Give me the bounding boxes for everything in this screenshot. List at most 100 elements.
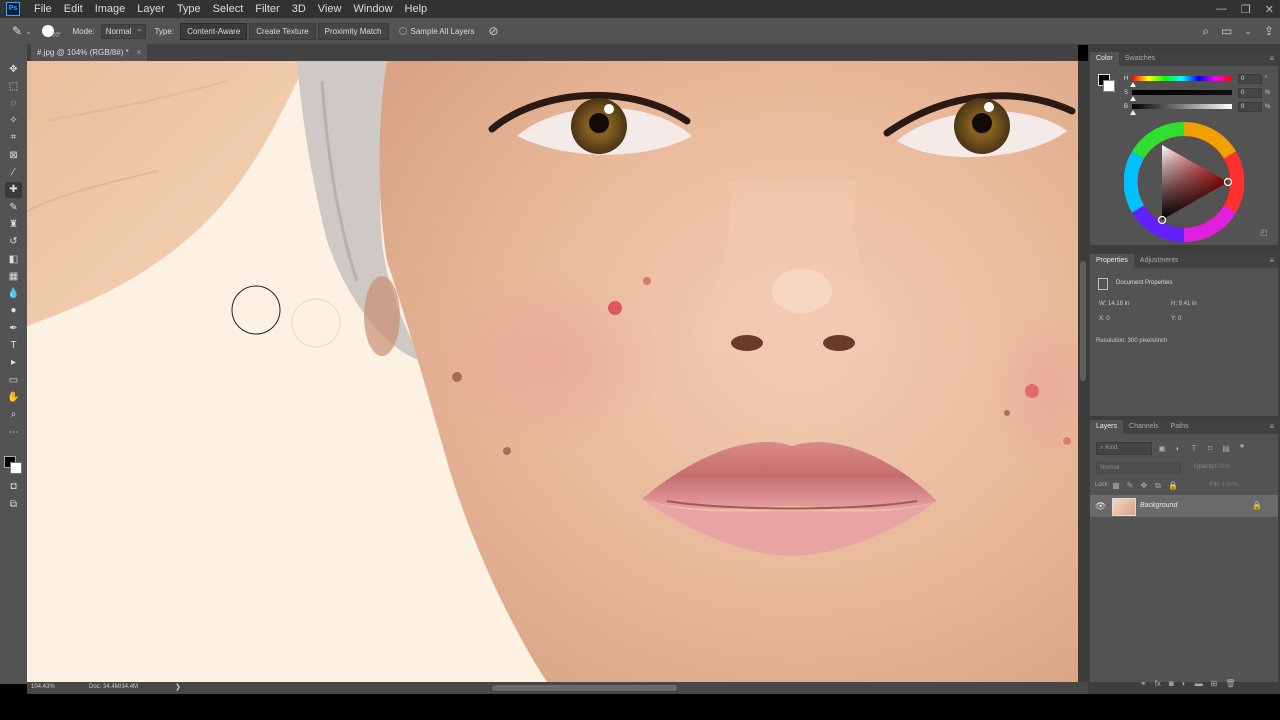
lasso-tool-icon[interactable]: ◌ — [5, 96, 22, 112]
menu-help[interactable]: Help — [399, 0, 434, 18]
add-mask-icon[interactable]: ◙ — [1169, 679, 1174, 689]
layer-row-background[interactable]: 👁 Background 🔒 — [1090, 495, 1278, 517]
filter-adjustment-icon[interactable]: ◐ — [1174, 445, 1182, 453]
eraser-tool-icon[interactable]: ◧ — [5, 252, 22, 268]
menu-view[interactable]: View — [312, 0, 348, 18]
quick-selection-tool-icon[interactable]: ✧ — [5, 113, 22, 129]
zoom-level[interactable]: 104.43% — [31, 684, 55, 690]
lock-artboard-icon[interactable]: ⧉ — [1154, 482, 1162, 490]
hue-slider[interactable] — [1132, 76, 1232, 81]
status-menu-arrow[interactable]: ❯ — [175, 683, 181, 691]
sample-all-layers-checkbox[interactable] — [398, 27, 407, 35]
panel-menu-icon[interactable]: ≡ — [1269, 420, 1274, 434]
close-icon[interactable]: × — [137, 48, 142, 57]
panel-menu-icon[interactable]: ≡ — [1269, 52, 1274, 66]
background-color-swatch[interactable] — [10, 462, 22, 474]
menu-select[interactable]: Select — [207, 0, 250, 18]
adjustment-layer-icon[interactable]: ◐ — [1182, 679, 1187, 689]
hand-tool-icon[interactable]: ✋ — [5, 390, 22, 406]
layer-name[interactable]: Background — [1140, 502, 1177, 509]
lock-position-icon[interactable]: ✥ — [1140, 482, 1148, 490]
tab-properties[interactable]: Properties — [1090, 254, 1134, 268]
saturation-value[interactable]: 0 — [1238, 88, 1262, 98]
dodge-tool-icon[interactable]: ● — [5, 303, 22, 319]
eye-visibility-icon[interactable]: 👁 — [1095, 501, 1106, 512]
workspace-icon[interactable]: ▭ — [1221, 24, 1232, 38]
marquee-tool-icon[interactable]: ⬚ — [5, 79, 22, 95]
menu-image[interactable]: Image — [89, 0, 132, 18]
fill-value[interactable]: 100% — [1222, 482, 1237, 488]
layer-filter-select[interactable]: ⌕ Kind — [1096, 442, 1152, 455]
brightness-slider[interactable] — [1132, 104, 1232, 109]
menu-edit[interactable]: Edit — [58, 0, 89, 18]
filter-pixel-icon[interactable]: ▣ — [1158, 445, 1166, 453]
brightness-slider-handle[interactable] — [1130, 110, 1136, 115]
group-folder-icon[interactable]: ▬ — [1195, 679, 1203, 689]
spot-healing-brush-icon[interactable]: ✎ — [12, 24, 22, 38]
crop-tool-icon[interactable]: ⌗ — [5, 130, 22, 146]
screen-mode-icon[interactable]: ⧉ — [5, 497, 22, 513]
blur-tool-icon[interactable]: 💧 — [5, 286, 22, 302]
frame-tool-icon[interactable]: ⊠ — [5, 148, 22, 164]
color-wheel[interactable] — [1124, 122, 1244, 242]
share-icon[interactable]: ⇪ — [1264, 24, 1274, 38]
pen-tool-icon[interactable]: ✒ — [5, 321, 22, 337]
fx-icon[interactable]: fx — [1155, 679, 1161, 689]
chevron-down-icon[interactable]: ⌄ — [25, 27, 32, 36]
lock-transparency-icon[interactable]: ▦ — [1112, 482, 1120, 490]
brush-tool-icon[interactable]: ✎ — [5, 200, 22, 216]
hue-slider-handle[interactable] — [1130, 82, 1136, 87]
chevron-down-icon[interactable]: ⌄ — [1244, 26, 1252, 37]
opacity-value[interactable]: 100% — [1214, 464, 1229, 470]
menu-file[interactable]: File — [28, 0, 58, 18]
path-selection-tool-icon[interactable]: ▸ — [5, 355, 22, 371]
filter-toggle-icon[interactable]: ● — [1238, 442, 1246, 450]
content-aware-button[interactable]: Content-Aware — [180, 22, 248, 40]
filter-type-icon[interactable]: T — [1190, 445, 1198, 453]
tab-layers[interactable]: Layers — [1090, 420, 1124, 434]
lock-all-icon[interactable]: 🔒 — [1168, 482, 1178, 490]
close-button[interactable]: ✕ — [1265, 3, 1274, 16]
history-brush-tool-icon[interactable]: ↺ — [5, 234, 22, 250]
hue-value[interactable]: 0 — [1238, 74, 1262, 84]
saturation-slider-handle[interactable] — [1130, 96, 1136, 101]
panel-menu-icon[interactable]: ≡ — [1269, 254, 1274, 268]
more-tools-icon[interactable]: ⋯ — [5, 425, 22, 441]
blend-mode-select[interactable]: Normal — [1096, 462, 1181, 474]
horizontal-scroll-thumb[interactable] — [492, 685, 677, 691]
expand-icon[interactable]: ◰ — [1260, 228, 1268, 237]
restore-button[interactable]: ❐ — [1241, 3, 1251, 16]
search-icon[interactable]: ⌕ — [1202, 24, 1209, 39]
spot-healing-tool-icon[interactable]: ✚ — [5, 182, 22, 198]
document-canvas[interactable] — [27, 61, 1078, 682]
mode-select[interactable]: Normal — [100, 23, 147, 39]
quick-mask-icon[interactable]: ◘ — [5, 479, 22, 495]
rectangle-tool-icon[interactable]: ▭ — [5, 373, 22, 389]
tab-paths[interactable]: Paths — [1165, 420, 1195, 434]
create-texture-button[interactable]: Create Texture — [249, 22, 316, 40]
filter-smart-object-icon[interactable]: ▤ — [1222, 445, 1230, 453]
menu-filter[interactable]: Filter — [249, 0, 285, 18]
move-tool-icon[interactable]: ✥ — [5, 62, 22, 78]
type-tool-icon[interactable]: T — [5, 338, 22, 354]
saturation-slider[interactable] — [1132, 90, 1232, 95]
tab-channels[interactable]: Channels — [1123, 420, 1165, 434]
minimize-button[interactable]: — — [1216, 3, 1227, 15]
proximity-match-button[interactable]: Proximity Match — [317, 22, 389, 40]
menu-layer[interactable]: Layer — [131, 0, 171, 18]
background-color-chip[interactable] — [1103, 80, 1115, 92]
brightness-value[interactable]: 0 — [1238, 102, 1262, 112]
eyedropper-tool-icon[interactable]: ⁄ — [5, 165, 22, 181]
vertical-scroll-thumb[interactable] — [1080, 261, 1086, 381]
zoom-tool-icon[interactable]: ⌕ — [5, 407, 22, 423]
link-layers-icon[interactable]: ⚭ — [1140, 679, 1147, 689]
lock-pixels-icon[interactable]: ✎ — [1126, 482, 1134, 490]
clone-stamp-tool-icon[interactable]: ♜ — [5, 217, 22, 233]
document-tab[interactable]: #.jpg @ 104% (RGB/8#) * × — [31, 44, 148, 61]
new-layer-icon[interactable]: ⊞ — [1211, 679, 1218, 689]
vertical-scrollbar[interactable] — [1078, 61, 1088, 682]
gradient-tool-icon[interactable]: ▦ — [5, 269, 22, 285]
tab-color[interactable]: Color — [1090, 52, 1119, 66]
pressure-icon[interactable]: ⊘ — [489, 24, 499, 38]
tab-swatches[interactable]: Swatches — [1119, 52, 1161, 66]
